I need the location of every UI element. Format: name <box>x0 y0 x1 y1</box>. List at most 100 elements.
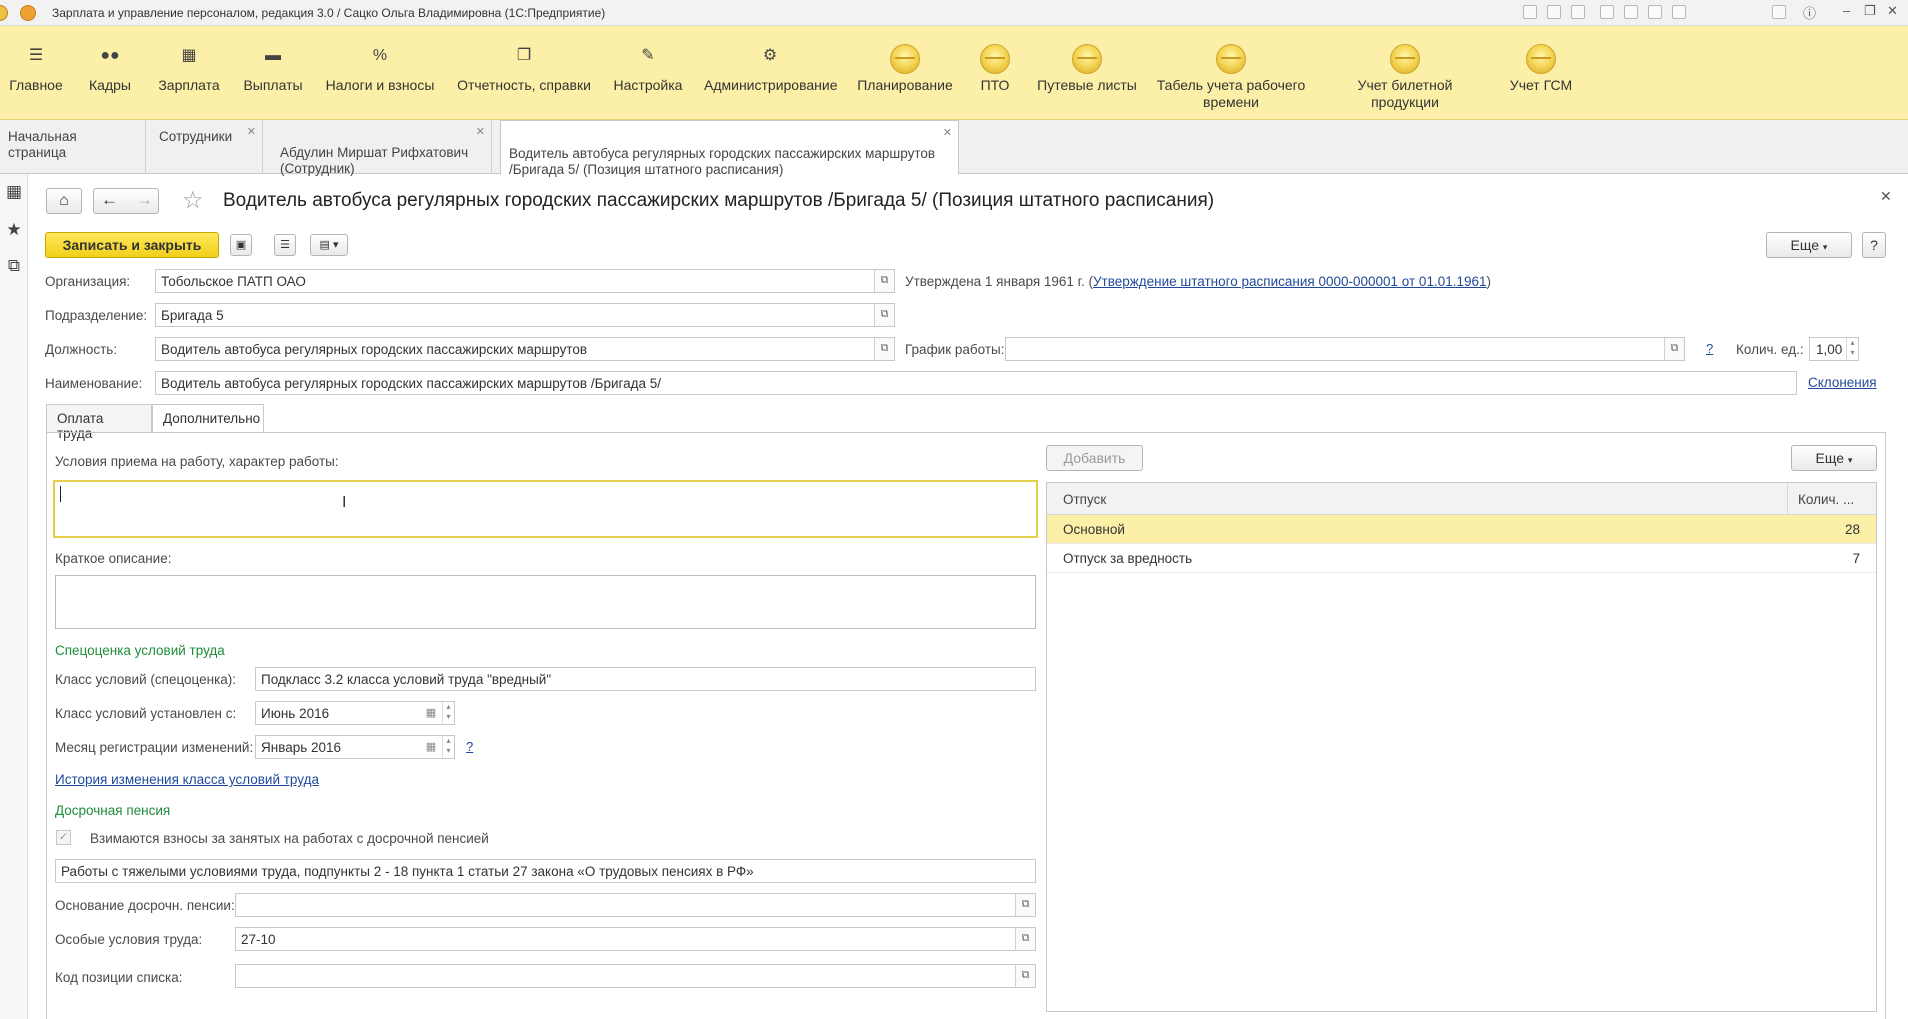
tab-employee-card[interactable]: Абдулин Миршат Рифхатович (Сотрудник) ✕ <box>272 120 492 176</box>
close-tab-icon[interactable]: ✕ <box>476 124 485 140</box>
history-icon[interactable]: ⧉ <box>6 256 22 276</box>
more-button[interactable]: Еще ▾ <box>1766 232 1852 258</box>
wallet-icon: ▬ <box>265 47 281 64</box>
declension-link[interactable]: Склонения <box>1808 375 1877 390</box>
table-row[interactable]: Основной 28 <box>1047 515 1876 544</box>
section-tickets[interactable]: Учет билетной продукции <box>1322 26 1488 120</box>
section-hr[interactable]: ●● Кадры <box>80 26 140 120</box>
vacation-more-button[interactable]: Еще ▾ <box>1791 445 1877 471</box>
name-field[interactable]: Водитель автобуса регулярных городских п… <box>155 371 1797 395</box>
calendar-icon[interactable]: ▦ <box>422 702 440 724</box>
section-planning[interactable]: Планирование <box>852 26 958 120</box>
list-code-field[interactable]: ⧉ <box>235 964 1036 988</box>
section-settings[interactable]: ✎ Настройка <box>608 26 688 120</box>
open-icon[interactable]: ⧉ <box>1015 965 1035 987</box>
class-since-field[interactable]: Июнь 2016 ▦ ▴ ▾ <box>255 701 455 725</box>
info-icon[interactable]: ⓘ <box>1803 3 1816 22</box>
main-menu-icon[interactable] <box>20 5 36 21</box>
schedule-field[interactable]: ⧉ <box>1005 337 1685 361</box>
stepper-icon[interactable]: ▴ ▾ <box>1846 338 1858 360</box>
close-form-icon[interactable]: ✕ <box>1880 188 1892 205</box>
class-field[interactable]: Подкласс 3.2 класса условий труда "вредн… <box>255 667 1036 691</box>
minimize-button[interactable]: – <box>1843 3 1850 18</box>
section-admin[interactable]: ⚙ Администрирование <box>704 26 838 120</box>
create-based-on-icon[interactable]: ▤ ▾ <box>310 234 348 256</box>
favorite-star-icon[interactable]: ☆ <box>182 186 204 215</box>
default-section-icon <box>1216 44 1246 74</box>
contrib-checkbox[interactable]: ✓ <box>56 830 71 845</box>
org-field[interactable]: Тобольское ПАТП ОАО ⧉ <box>155 269 895 293</box>
restore-button[interactable]: ❐ <box>1864 3 1876 19</box>
tab-home[interactable]: Начальная страница <box>0 120 146 174</box>
vacation-table: Отпуск Колич. ... Основной 28 Отпуск за … <box>1046 482 1877 1012</box>
schedule-help-link[interactable]: ? <box>1706 341 1713 356</box>
forward-arrow-icon[interactable]: → <box>136 190 153 210</box>
open-icon[interactable]: ⧉ <box>1015 894 1035 916</box>
calendar-icon[interactable]: ▦ <box>422 736 440 758</box>
section-payments[interactable]: ▬ Выплаты <box>240 26 306 120</box>
save-icon[interactable]: ▣ <box>230 234 252 256</box>
basis-label: Основание досрочн. пенсии: <box>55 898 235 913</box>
column-header-quantity[interactable]: Колич. ... <box>1787 483 1876 515</box>
qty-field[interactable]: 1,00 ▴ ▾ <box>1809 337 1859 361</box>
section-waybills[interactable]: Путевые листы <box>1034 26 1140 120</box>
section-fuel[interactable]: Учет ГСМ <box>1504 26 1578 120</box>
short-desc-textarea[interactable] <box>55 575 1036 629</box>
close-tab-icon[interactable]: ✕ <box>247 124 256 140</box>
position-field[interactable]: Водитель автобуса регулярных городских п… <box>155 337 895 361</box>
dept-field[interactable]: Бригада 5 ⧉ <box>155 303 895 327</box>
close-tab-icon[interactable]: ✕ <box>943 125 952 141</box>
toolbar-icon[interactable] <box>1624 5 1638 19</box>
document-icon[interactable]: ☰ <box>274 234 296 256</box>
favorites-icon[interactable] <box>1600 5 1614 19</box>
section-pto[interactable]: ПТО <box>970 26 1020 120</box>
section-taxes[interactable]: % Налоги и взносы <box>324 26 436 120</box>
special-assessment-header: Спецоценка условий труда <box>55 643 225 658</box>
special-cond-field[interactable]: 27-10 ⧉ <box>235 927 1036 951</box>
tab-additional[interactable]: Дополнительно <box>152 404 264 433</box>
stepper-icon[interactable]: ▴ ▾ <box>442 736 454 758</box>
default-section-icon <box>1072 44 1102 74</box>
basis-field[interactable]: ⧉ <box>235 893 1036 917</box>
calendar-icon[interactable] <box>1672 5 1686 19</box>
column-header-vacation[interactable]: Отпуск <box>1047 483 1787 515</box>
schedule-label: График работы: <box>905 342 1005 357</box>
toolbar-icon[interactable] <box>1571 5 1585 19</box>
tab-employees[interactable]: Сотрудники ✕ <box>151 120 263 174</box>
open-windows-bar: Начальная страница Сотрудники ✕ Абдулин … <box>0 120 1908 177</box>
reg-month-field[interactable]: Январь 2016 ▦ ▴ ▾ <box>255 735 455 759</box>
back-arrow-icon[interactable]: ← <box>101 190 118 210</box>
help-button[interactable]: ? <box>1862 232 1886 258</box>
section-salary[interactable]: ▦ Зарплата <box>154 26 224 120</box>
dept-label: Подразделение: <box>45 308 148 323</box>
toolbar-icon[interactable] <box>1523 5 1537 19</box>
close-window-button[interactable]: ✕ <box>1887 3 1898 19</box>
section-timesheet[interactable]: Табель учета рабочего времени <box>1156 26 1306 120</box>
table-row[interactable]: Отпуск за вредность 7 <box>1047 544 1876 573</box>
save-close-button[interactable]: Записать и закрыть <box>45 232 219 258</box>
works-field[interactable]: Работы с тяжелыми условиями труда, подпу… <box>55 859 1036 883</box>
class-history-link[interactable]: История изменения класса условий труда <box>55 772 319 787</box>
gear-icon: ⚙ <box>762 47 778 64</box>
approval-document-link[interactable]: Утверждение штатного расписания 0000-000… <box>1093 274 1487 289</box>
reg-month-help-link[interactable]: ? <box>466 739 473 754</box>
open-icon[interactable]: ⧉ <box>874 338 894 360</box>
section-main[interactable]: ☰ Главное <box>6 26 66 120</box>
tab-staff-position[interactable]: Водитель автобуса регулярных городских п… <box>500 120 959 177</box>
toolbar-icon[interactable] <box>1547 5 1561 19</box>
open-icon[interactable]: ⧉ <box>874 270 894 292</box>
toolbar-icon[interactable] <box>1772 5 1786 19</box>
open-icon[interactable]: ⧉ <box>1015 928 1035 950</box>
home-button[interactable]: ⌂ <box>46 188 82 214</box>
open-icon[interactable]: ⧉ <box>874 304 894 326</box>
apps-grid-icon[interactable]: ▦ <box>6 182 22 202</box>
conditions-textarea[interactable] <box>53 480 1038 538</box>
tab-payment[interactable]: Оплата труда <box>46 404 152 441</box>
toolbar-icon[interactable] <box>1648 5 1662 19</box>
stepper-icon[interactable]: ▴ ▾ <box>442 702 454 724</box>
open-icon[interactable]: ⧉ <box>1664 338 1684 360</box>
section-reports[interactable]: ❐ Отчетность, справки <box>456 26 592 120</box>
add-vacation-button[interactable]: Добавить <box>1046 445 1143 471</box>
star-icon[interactable]: ★ <box>6 220 22 240</box>
org-label: Организация: <box>45 274 131 289</box>
